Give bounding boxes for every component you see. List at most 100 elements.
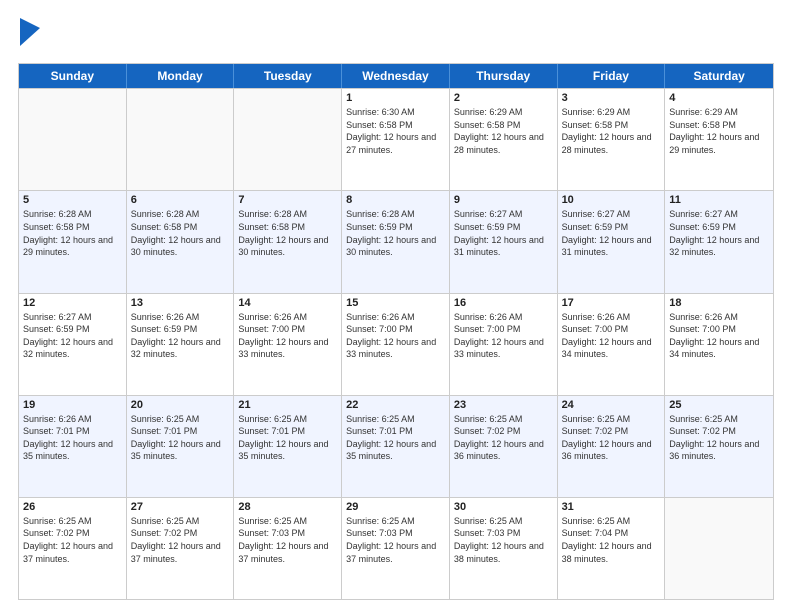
sun-info: Sunrise: 6:27 AM Sunset: 6:59 PM Dayligh…: [23, 311, 122, 361]
day-number: 3: [562, 92, 661, 104]
cal-cell-3-3: 14 Sunrise: 6:26 AM Sunset: 7:00 PM Dayli…: [234, 294, 342, 395]
day-number: 29: [346, 501, 445, 513]
sun-info: Sunrise: 6:27 AM Sunset: 6:59 PM Dayligh…: [562, 208, 661, 258]
calendar-row-1: 1Sunrise: 6:30 AM Sunset: 6:58 PM Daylig…: [19, 88, 773, 190]
sun-info: Sunrise: 6:25 AM Sunset: 7:01 PM Dayligh…: [131, 413, 230, 463]
cal-cell-1-6: 3 Sunrise: 6:29 AM Sunset: 6:58 PM Daylig…: [558, 89, 666, 190]
logo-text: [18, 18, 40, 53]
day-number: 16: [454, 297, 553, 309]
day-number: 4: [669, 92, 769, 104]
sun-info: Sunrise: 6:26 AM Sunset: 7:00 PM Dayligh…: [562, 311, 661, 361]
cal-cell-4-7: 25Sunrise: 6:25 AM Sunset: 7:02 PM Dayli…: [665, 396, 773, 497]
day-number: 6: [131, 194, 230, 206]
day-number: 28: [238, 501, 337, 513]
logo-icon: [20, 18, 40, 46]
sun-info: Sunrise: 6:25 AM Sunset: 7:03 PM Dayligh…: [238, 515, 337, 565]
day-number: 8: [346, 194, 445, 206]
cal-cell-2-5: 9Sunrise: 6:27 AM Sunset: 6:59 PM Daylig…: [450, 191, 558, 292]
day-number: 22: [346, 399, 445, 411]
day-number: 18: [669, 297, 769, 309]
calendar-row-3: 12 Sunrise: 6:27 AM Sunset: 6:59 PM Dayli…: [19, 293, 773, 395]
day-number: 25: [669, 399, 769, 411]
sun-info: Sunrise: 6:26 AM Sunset: 7:00 PM Dayligh…: [454, 311, 553, 361]
col-header-monday: Monday: [127, 64, 235, 88]
day-number: 12: [23, 297, 122, 309]
col-header-sunday: Sunday: [19, 64, 127, 88]
cal-cell-3-5: 16 Sunrise: 6:26 AM Sunset: 7:00 PM Dayli…: [450, 294, 558, 395]
cal-cell-5-7: [665, 498, 773, 599]
calendar-row-4: 19 Sunrise: 6:26 AM Sunset: 7:01 PM Dayli…: [19, 395, 773, 497]
cal-cell-2-3: 7 Sunrise: 6:28 AM Sunset: 6:58 PM Daylig…: [234, 191, 342, 292]
day-number: 30: [454, 501, 553, 513]
sun-info: Sunrise: 6:30 AM Sunset: 6:58 PM Dayligh…: [346, 106, 445, 156]
sun-info: Sunrise: 6:29 AM Sunset: 6:58 PM Dayligh…: [669, 106, 769, 156]
sun-info: Sunrise: 6:25 AM Sunset: 7:01 PM Dayligh…: [346, 413, 445, 463]
sun-info: Sunrise: 6:26 AM Sunset: 7:00 PM Dayligh…: [238, 311, 337, 361]
cal-cell-5-4: 29 Sunrise: 6:25 AM Sunset: 7:03 PM Dayli…: [342, 498, 450, 599]
sun-info: Sunrise: 6:25 AM Sunset: 7:02 PM Dayligh…: [454, 413, 553, 463]
day-number: 31: [562, 501, 661, 513]
sun-info: Sunrise: 6:26 AM Sunset: 7:00 PM Dayligh…: [346, 311, 445, 361]
calendar-row-5: 26 Sunrise: 6:25 AM Sunset: 7:02 PM Dayli…: [19, 497, 773, 599]
sun-info: Sunrise: 6:28 AM Sunset: 6:58 PM Dayligh…: [131, 208, 230, 258]
cal-cell-2-1: 5 Sunrise: 6:28 AM Sunset: 6:58 PM Daylig…: [19, 191, 127, 292]
cal-cell-4-2: 20Sunrise: 6:25 AM Sunset: 7:01 PM Dayli…: [127, 396, 235, 497]
cal-cell-3-4: 15 Sunrise: 6:26 AM Sunset: 7:00 PM Dayli…: [342, 294, 450, 395]
day-number: 14: [238, 297, 337, 309]
sun-info: Sunrise: 6:26 AM Sunset: 7:00 PM Dayligh…: [669, 311, 769, 361]
cal-cell-5-1: 26 Sunrise: 6:25 AM Sunset: 7:02 PM Dayli…: [19, 498, 127, 599]
day-number: 26: [23, 501, 122, 513]
sun-info: Sunrise: 6:29 AM Sunset: 6:58 PM Dayligh…: [454, 106, 553, 156]
cal-cell-4-3: 21 Sunrise: 6:25 AM Sunset: 7:01 PM Dayli…: [234, 396, 342, 497]
sun-info: Sunrise: 6:25 AM Sunset: 7:01 PM Dayligh…: [238, 413, 337, 463]
col-header-friday: Friday: [558, 64, 666, 88]
day-number: 5: [23, 194, 122, 206]
sun-info: Sunrise: 6:28 AM Sunset: 6:58 PM Dayligh…: [238, 208, 337, 258]
sun-info: Sunrise: 6:25 AM Sunset: 7:02 PM Dayligh…: [131, 515, 230, 565]
cal-cell-3-2: 13 Sunrise: 6:26 AM Sunset: 6:59 PM Dayli…: [127, 294, 235, 395]
cal-cell-1-2: [127, 89, 235, 190]
day-number: 23: [454, 399, 553, 411]
cal-cell-2-4: 8Sunrise: 6:28 AM Sunset: 6:59 PM Daylig…: [342, 191, 450, 292]
sun-info: Sunrise: 6:25 AM Sunset: 7:02 PM Dayligh…: [562, 413, 661, 463]
day-number: 27: [131, 501, 230, 513]
cal-cell-3-1: 12 Sunrise: 6:27 AM Sunset: 6:59 PM Dayli…: [19, 294, 127, 395]
day-number: 13: [131, 297, 230, 309]
cal-cell-3-7: 18 Sunrise: 6:26 AM Sunset: 7:00 PM Dayli…: [665, 294, 773, 395]
calendar-body: 1Sunrise: 6:30 AM Sunset: 6:58 PM Daylig…: [19, 88, 773, 599]
col-header-thursday: Thursday: [450, 64, 558, 88]
page: SundayMondayTuesdayWednesdayThursdayFrid…: [0, 0, 792, 612]
col-header-saturday: Saturday: [665, 64, 773, 88]
cal-cell-4-6: 24 Sunrise: 6:25 AM Sunset: 7:02 PM Dayli…: [558, 396, 666, 497]
day-number: 24: [562, 399, 661, 411]
sun-info: Sunrise: 6:25 AM Sunset: 7:03 PM Dayligh…: [346, 515, 445, 565]
cal-cell-2-7: 11Sunrise: 6:27 AM Sunset: 6:59 PM Dayli…: [665, 191, 773, 292]
cal-cell-5-3: 28 Sunrise: 6:25 AM Sunset: 7:03 PM Dayli…: [234, 498, 342, 599]
day-number: 19: [23, 399, 122, 411]
sun-info: Sunrise: 6:27 AM Sunset: 6:59 PM Dayligh…: [454, 208, 553, 258]
sun-info: Sunrise: 6:26 AM Sunset: 6:59 PM Dayligh…: [131, 311, 230, 361]
sun-info: Sunrise: 6:25 AM Sunset: 7:04 PM Dayligh…: [562, 515, 661, 565]
sun-info: Sunrise: 6:28 AM Sunset: 6:58 PM Dayligh…: [23, 208, 122, 258]
sun-info: Sunrise: 6:25 AM Sunset: 7:03 PM Dayligh…: [454, 515, 553, 565]
cal-cell-1-4: 1Sunrise: 6:30 AM Sunset: 6:58 PM Daylig…: [342, 89, 450, 190]
day-number: 21: [238, 399, 337, 411]
cal-cell-4-4: 22 Sunrise: 6:25 AM Sunset: 7:01 PM Dayli…: [342, 396, 450, 497]
sun-info: Sunrise: 6:26 AM Sunset: 7:01 PM Dayligh…: [23, 413, 122, 463]
cal-cell-5-5: 30 Sunrise: 6:25 AM Sunset: 7:03 PM Dayli…: [450, 498, 558, 599]
cal-cell-4-1: 19 Sunrise: 6:26 AM Sunset: 7:01 PM Dayli…: [19, 396, 127, 497]
cal-cell-4-5: 23 Sunrise: 6:25 AM Sunset: 7:02 PM Dayli…: [450, 396, 558, 497]
logo: [18, 18, 40, 53]
cal-cell-2-6: 10 Sunrise: 6:27 AM Sunset: 6:59 PM Dayli…: [558, 191, 666, 292]
sun-info: Sunrise: 6:29 AM Sunset: 6:58 PM Dayligh…: [562, 106, 661, 156]
day-number: 10: [562, 194, 661, 206]
sun-info: Sunrise: 6:25 AM Sunset: 7:02 PM Dayligh…: [23, 515, 122, 565]
calendar-row-2: 5 Sunrise: 6:28 AM Sunset: 6:58 PM Daylig…: [19, 190, 773, 292]
cal-cell-1-5: 2 Sunrise: 6:29 AM Sunset: 6:58 PM Daylig…: [450, 89, 558, 190]
calendar: SundayMondayTuesdayWednesdayThursdayFrid…: [18, 63, 774, 600]
day-number: 2: [454, 92, 553, 104]
day-number: 15: [346, 297, 445, 309]
day-number: 7: [238, 194, 337, 206]
sun-info: Sunrise: 6:27 AM Sunset: 6:59 PM Dayligh…: [669, 208, 769, 258]
cal-cell-5-6: 31 Sunrise: 6:25 AM Sunset: 7:04 PM Dayli…: [558, 498, 666, 599]
